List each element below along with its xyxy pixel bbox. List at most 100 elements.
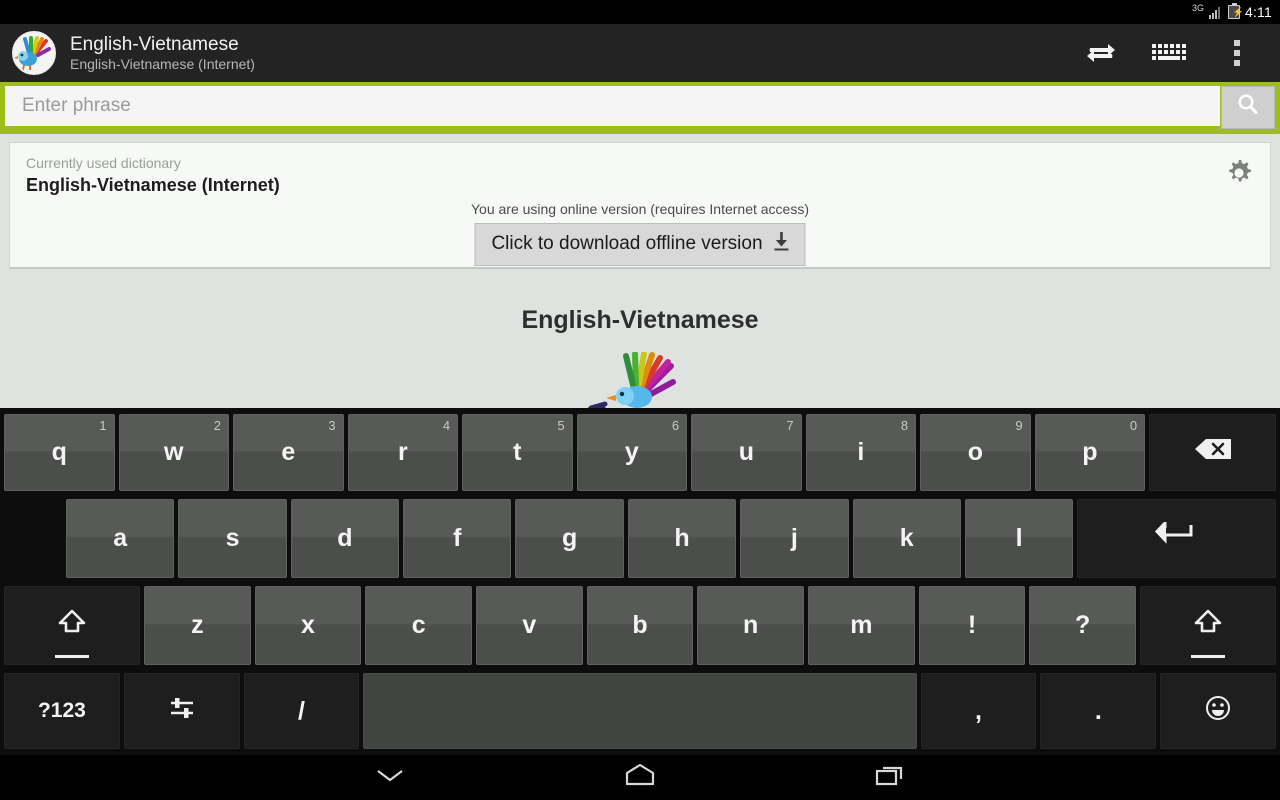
key-t[interactable]: 5t — [462, 414, 573, 491]
key-backspace[interactable] — [1149, 414, 1276, 491]
search-icon — [1235, 92, 1261, 123]
key-shift-left[interactable] — [4, 586, 140, 665]
dictionary-card: Currently used dictionary English-Vietna… — [9, 142, 1271, 269]
key-m[interactable]: m — [808, 586, 915, 665]
shift-lock-bar — [54, 655, 89, 658]
download-arrow-icon — [773, 230, 791, 258]
row2-left-spacer — [2, 496, 64, 582]
key-space[interactable] — [363, 673, 917, 749]
key-b[interactable]: b — [586, 586, 694, 665]
key-i[interactable]: 8i — [805, 414, 917, 491]
key-hint: 7 — [786, 418, 794, 433]
nav-home-button[interactable] — [610, 758, 670, 798]
key-label: t — [513, 438, 522, 466]
key-o[interactable]: 9o — [920, 414, 1031, 491]
key-label: o — [967, 438, 984, 466]
keyboard-row-1: 1q 2w 3e 4r 5t 6y 7u 8i 9o 0p — [0, 408, 1280, 495]
recents-icon — [873, 762, 907, 793]
key-w[interactable]: 2w — [118, 414, 230, 491]
key-label: e — [281, 438, 296, 466]
signal-bars-icon — [1208, 6, 1223, 19]
key-exclamation[interactable]: ! — [918, 586, 1026, 665]
key-emoji[interactable] — [1160, 673, 1276, 749]
key-g[interactable]: g — [515, 499, 624, 578]
home-icon — [622, 762, 658, 793]
on-screen-keyboard: 1q 2w 3e 4r 5t 6y 7u 8i 9o 0p a s d f g … — [0, 408, 1280, 755]
key-j[interactable]: j — [740, 499, 849, 578]
key-u[interactable]: 7u — [691, 414, 802, 491]
key-label: r — [397, 438, 408, 466]
key-c[interactable]: c — [365, 586, 472, 665]
peacock-logo-icon[interactable] — [12, 31, 56, 75]
search-placeholder: Enter phrase — [22, 95, 131, 116]
key-y[interactable]: 6y — [576, 414, 688, 491]
key-a[interactable]: a — [66, 499, 175, 578]
key-label: x — [301, 611, 315, 639]
key-shift-right[interactable] — [1140, 586, 1277, 665]
key-k[interactable]: k — [852, 499, 961, 578]
battery-charging-icon: ⚡ — [1227, 3, 1244, 19]
key-label: n — [743, 611, 759, 639]
app-title: English-Vietnamese — [70, 33, 239, 55]
shift-icon — [57, 608, 87, 643]
keyboard-icon[interactable] — [1148, 32, 1190, 74]
key-label: i — [857, 438, 865, 466]
app-titles: English-Vietnamese English-Vietnamese (I… — [70, 34, 1080, 73]
key-label: v — [522, 611, 537, 639]
download-button-label: Click to download offline version — [491, 233, 763, 254]
key-s[interactable]: s — [178, 499, 287, 578]
gear-icon[interactable] — [1222, 156, 1256, 190]
key-p[interactable]: 0p — [1034, 414, 1146, 491]
nav-recents-button[interactable] — [860, 758, 920, 798]
key-x[interactable]: x — [254, 586, 362, 665]
nav-hide-keyboard-button[interactable] — [360, 758, 420, 798]
clock-label: 4:11 — [1244, 4, 1272, 20]
key-v[interactable]: v — [476, 586, 583, 665]
key-label: j — [790, 524, 798, 552]
keyboard-row-3: z x c v b n m ! ? — [0, 582, 1280, 669]
key-r[interactable]: 4r — [347, 414, 459, 491]
key-enter[interactable] — [1077, 499, 1276, 578]
key-hint: 4 — [442, 418, 451, 433]
key-label: c — [411, 611, 426, 639]
key-z[interactable]: z — [143, 586, 251, 665]
key-e[interactable]: 3e — [233, 414, 344, 491]
system-nav-bar — [0, 755, 1280, 800]
dictionary-card-label: Currently used dictionary — [26, 155, 181, 171]
key-period[interactable]: . — [1040, 673, 1157, 749]
key-label: ! — [967, 611, 977, 639]
key-label: y — [624, 438, 639, 466]
app-screen: 3G ⚡ 4:11 English-Vietnamese English-Vie… — [0, 0, 1280, 800]
key-comma[interactable]: , — [920, 673, 1037, 749]
key-hint: 2 — [213, 418, 222, 433]
more-vertical-icon[interactable] — [1216, 32, 1258, 74]
key-label: z — [191, 611, 204, 639]
shift-lock-bar — [1191, 655, 1226, 658]
key-slash[interactable]: / — [243, 673, 360, 749]
key-label: m — [850, 611, 873, 639]
key-h[interactable]: h — [627, 499, 737, 578]
key-question[interactable]: ? — [1029, 586, 1137, 665]
key-hint: 6 — [671, 418, 680, 433]
key-n[interactable]: n — [697, 586, 805, 665]
key-label: u — [738, 438, 754, 466]
key-f[interactable]: f — [403, 499, 512, 578]
key-q[interactable]: 1q — [4, 414, 115, 491]
search-input[interactable]: Enter phrase — [5, 86, 1220, 129]
key-symbols[interactable]: ?123 — [4, 673, 120, 749]
key-label: d — [337, 524, 353, 552]
status-bar: 3G ⚡ 4:11 — [0, 0, 1280, 24]
key-d[interactable]: d — [290, 499, 400, 578]
action-bar: English-Vietnamese English-Vietnamese (I… — [0, 24, 1280, 82]
key-hint: 5 — [557, 418, 565, 433]
network-type-label: 3G — [1191, 2, 1204, 13]
search-button[interactable] — [1221, 86, 1275, 129]
key-label: s — [225, 524, 240, 552]
key-settings[interactable] — [123, 673, 240, 749]
key-label: a — [113, 524, 128, 552]
key-l[interactable]: l — [964, 499, 1074, 578]
swap-arrows-icon[interactable] — [1080, 32, 1122, 74]
download-offline-button[interactable]: Click to download offline version — [474, 223, 806, 266]
key-label: ? — [1075, 611, 1091, 639]
search-bar: Enter phrase — [0, 82, 1280, 134]
